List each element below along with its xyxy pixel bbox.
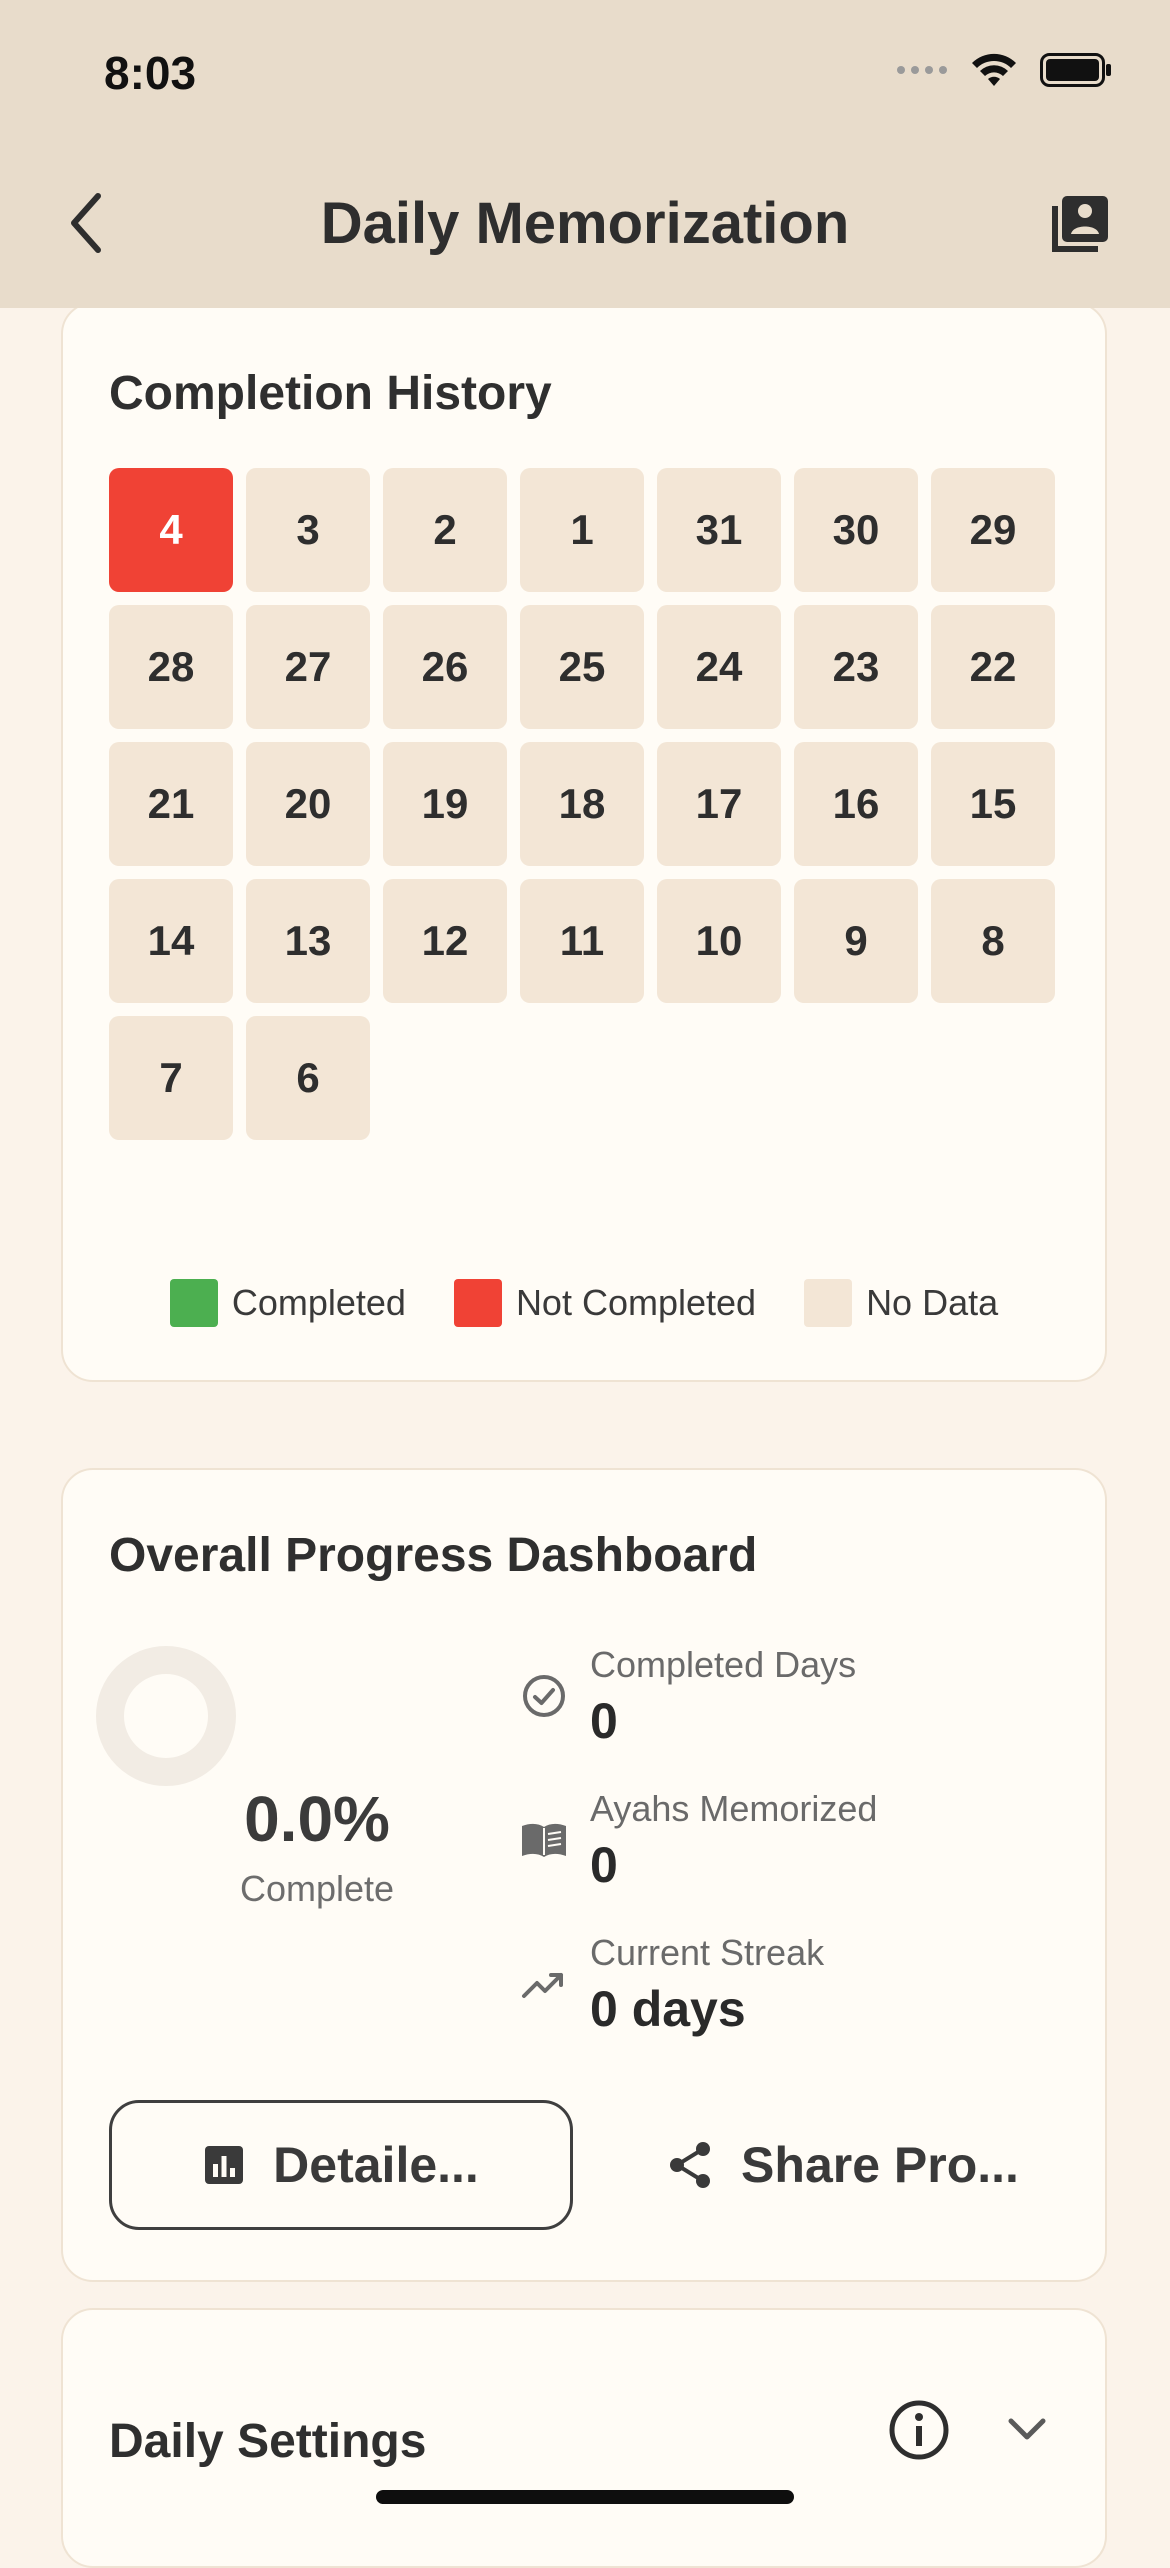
day-cell[interactable]: 18 (520, 742, 644, 866)
completion-history-card: Completion History 4 3 2 1 31 30 29 28 27 26 25 24 2… (61, 302, 1107, 1382)
day-cell[interactable]: 10 (657, 879, 781, 1003)
legend-not-completed: Not Completed (453, 1279, 757, 1327)
ayahs-memorized-value: 0 (590, 1837, 618, 1893)
completed-days-label: Completed Days (590, 1644, 857, 1685)
current-streak-value: 0 days (590, 1981, 746, 2037)
legend-not-completed-swatch (453, 1279, 502, 1327)
day-cell[interactable]: 3 (246, 468, 370, 592)
legend-not-completed-label: Not Completed (515, 1282, 757, 1323)
detailed-stats-button[interactable]: Detaile... (109, 2100, 573, 2230)
chevron-down-icon[interactable] (1005, 2414, 1049, 2444)
detailed-stats-label: Detaile... (273, 2137, 479, 2193)
legend-completed-swatch (169, 1279, 218, 1327)
day-cell[interactable]: 7 (109, 1016, 233, 1140)
bar-chart-icon (205, 2146, 244, 2184)
day-cell[interactable]: 8 (931, 879, 1055, 1003)
day-cell[interactable]: 15 (931, 742, 1055, 866)
day-cell[interactable]: 6 (246, 1016, 370, 1140)
status-icons (896, 52, 1112, 88)
share-icon (670, 2142, 711, 2188)
daily-settings-title: Daily Settings (109, 2415, 427, 2468)
cellular-signal-icon (897, 66, 947, 74)
progress-dashboard-card: Overall Progress Dashboard 0.0% Complete… (61, 1468, 1107, 2282)
book-icon (522, 1823, 566, 1857)
day-cell[interactable]: 29 (931, 468, 1055, 592)
battery-icon (1040, 53, 1111, 87)
day-cell[interactable]: 26 (383, 605, 507, 729)
day-cell[interactable]: 19 (383, 742, 507, 866)
day-cell[interactable]: 4 (109, 468, 233, 592)
day-cell[interactable]: 23 (794, 605, 918, 729)
day-cell[interactable]: 11 (520, 879, 644, 1003)
home-indicator (376, 2490, 794, 2504)
day-cell[interactable]: 16 (794, 742, 918, 866)
day-cell[interactable]: 22 (931, 605, 1055, 729)
day-cell[interactable]: 1 (520, 468, 644, 592)
day-cell[interactable]: 17 (657, 742, 781, 866)
day-cell[interactable]: 21 (109, 742, 233, 866)
day-cell[interactable]: 20 (246, 742, 370, 866)
legend-completed: Completed (169, 1279, 406, 1327)
navigation-bar: 8:03 Daily Memorization (0, 0, 1170, 308)
day-cell[interactable]: 12 (383, 879, 507, 1003)
day-cell[interactable]: 27 (246, 605, 370, 729)
page-title: Daily Memorization (320, 191, 850, 256)
day-cell[interactable]: 31 (657, 468, 781, 592)
legend-no-data: No Data (804, 1279, 998, 1327)
completion-history-title: Completion History (109, 367, 552, 420)
day-cell[interactable]: 9 (794, 879, 918, 1003)
current-streak-label: Current Streak (590, 1932, 825, 1973)
progress-percent: 0.0% (244, 1783, 390, 1855)
info-icon[interactable] (887, 2398, 951, 2462)
dashboard-title: Overall Progress Dashboard (109, 1529, 758, 1582)
daily-settings-card[interactable]: Daily Settings (61, 2308, 1107, 2568)
library-icon[interactable] (1046, 192, 1112, 258)
day-cell[interactable]: 28 (109, 605, 233, 729)
ayahs-memorized-label: Ayahs Memorized (590, 1788, 878, 1829)
day-cell[interactable]: 13 (246, 879, 370, 1003)
trending-up-icon (522, 1973, 563, 1998)
legend-no-data-swatch (804, 1279, 853, 1327)
day-cell[interactable]: 14 (109, 879, 233, 1003)
legend-no-data-label: No Data (866, 1282, 999, 1323)
share-progress-label: Share Pro... (741, 2137, 1019, 2193)
legend-completed-label: Completed (231, 1282, 406, 1323)
day-cell[interactable]: 24 (657, 605, 781, 729)
progress-percent-label: Complete (239, 1868, 395, 1909)
progress-ring (96, 1646, 236, 1786)
completed-days-value: 0 (590, 1693, 618, 1749)
day-cell[interactable]: 30 (794, 468, 918, 592)
legend: Completed Not Completed No Data (63, 1279, 1105, 1327)
check-circle-icon (523, 1675, 565, 1717)
day-cell[interactable]: 25 (520, 605, 644, 729)
status-time: 8:03 (104, 47, 197, 99)
day-cell[interactable]: 2 (383, 468, 507, 592)
wifi-icon (972, 53, 1016, 86)
share-progress-button[interactable]: Share Pro... (623, 2100, 1063, 2230)
